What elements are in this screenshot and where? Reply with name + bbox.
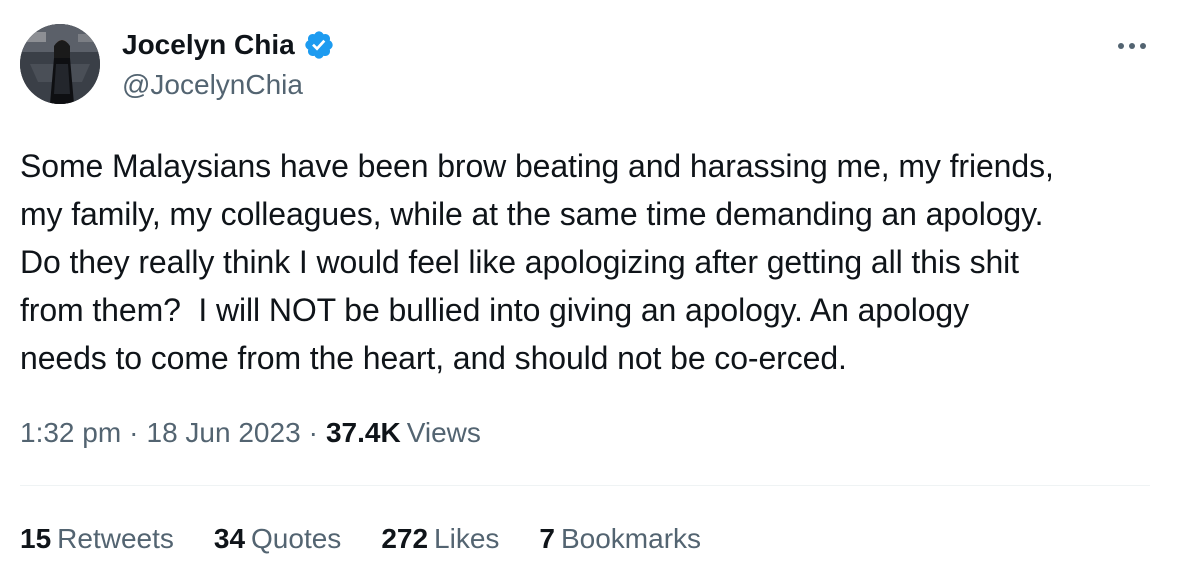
meta-separator: · (308, 417, 318, 448)
stat-count: 272 (381, 523, 429, 554)
tweet-text: Some Malaysians have been brow beating a… (20, 148, 1054, 376)
stat-retweets[interactable]: 15 Retweets (20, 520, 174, 558)
avatar-image (20, 24, 100, 104)
stat-count: 7 (539, 523, 555, 554)
stat-bookmarks[interactable]: 7 Bookmarks (539, 520, 701, 558)
tweet-card: Jocelyn Chia @JocelynChia Some Malaysian… (0, 0, 1180, 586)
stat-label: Likes (434, 523, 500, 554)
author-row: Jocelyn Chia (122, 28, 335, 62)
more-horizontal-icon (1118, 43, 1146, 49)
verified-badge-icon (303, 29, 335, 61)
avatar[interactable] (20, 24, 100, 104)
stat-label: Retweets (57, 523, 174, 554)
stat-count: 15 (20, 523, 52, 554)
tweet-meta: 1:32 pm · 18 Jun 2023 · 37.4K Views (20, 414, 481, 452)
stat-quotes[interactable]: 34 Quotes (214, 520, 341, 558)
stat-label: Bookmarks (560, 523, 702, 554)
stat-count: 34 (213, 523, 246, 554)
author-display-name[interactable]: Jocelyn Chia (122, 28, 295, 62)
author-handle[interactable]: @JocelynChia (122, 68, 303, 102)
tweet-date[interactable]: 18 Jun 2023 (147, 414, 301, 452)
stat-likes[interactable]: 272 Likes (381, 520, 499, 558)
engagement-stats: 15 Retweets 34 Quotes 272 Likes 7 Bookmarks (20, 520, 741, 558)
views-count: 37.4K (325, 417, 401, 448)
more-options-button[interactable] (1110, 32, 1154, 60)
stat-label: Quotes (251, 523, 342, 554)
tweet-time[interactable]: 1:32 pm (20, 414, 121, 452)
views-label: Views (406, 417, 481, 448)
meta-separator: · (129, 417, 139, 448)
divider (20, 485, 1150, 486)
